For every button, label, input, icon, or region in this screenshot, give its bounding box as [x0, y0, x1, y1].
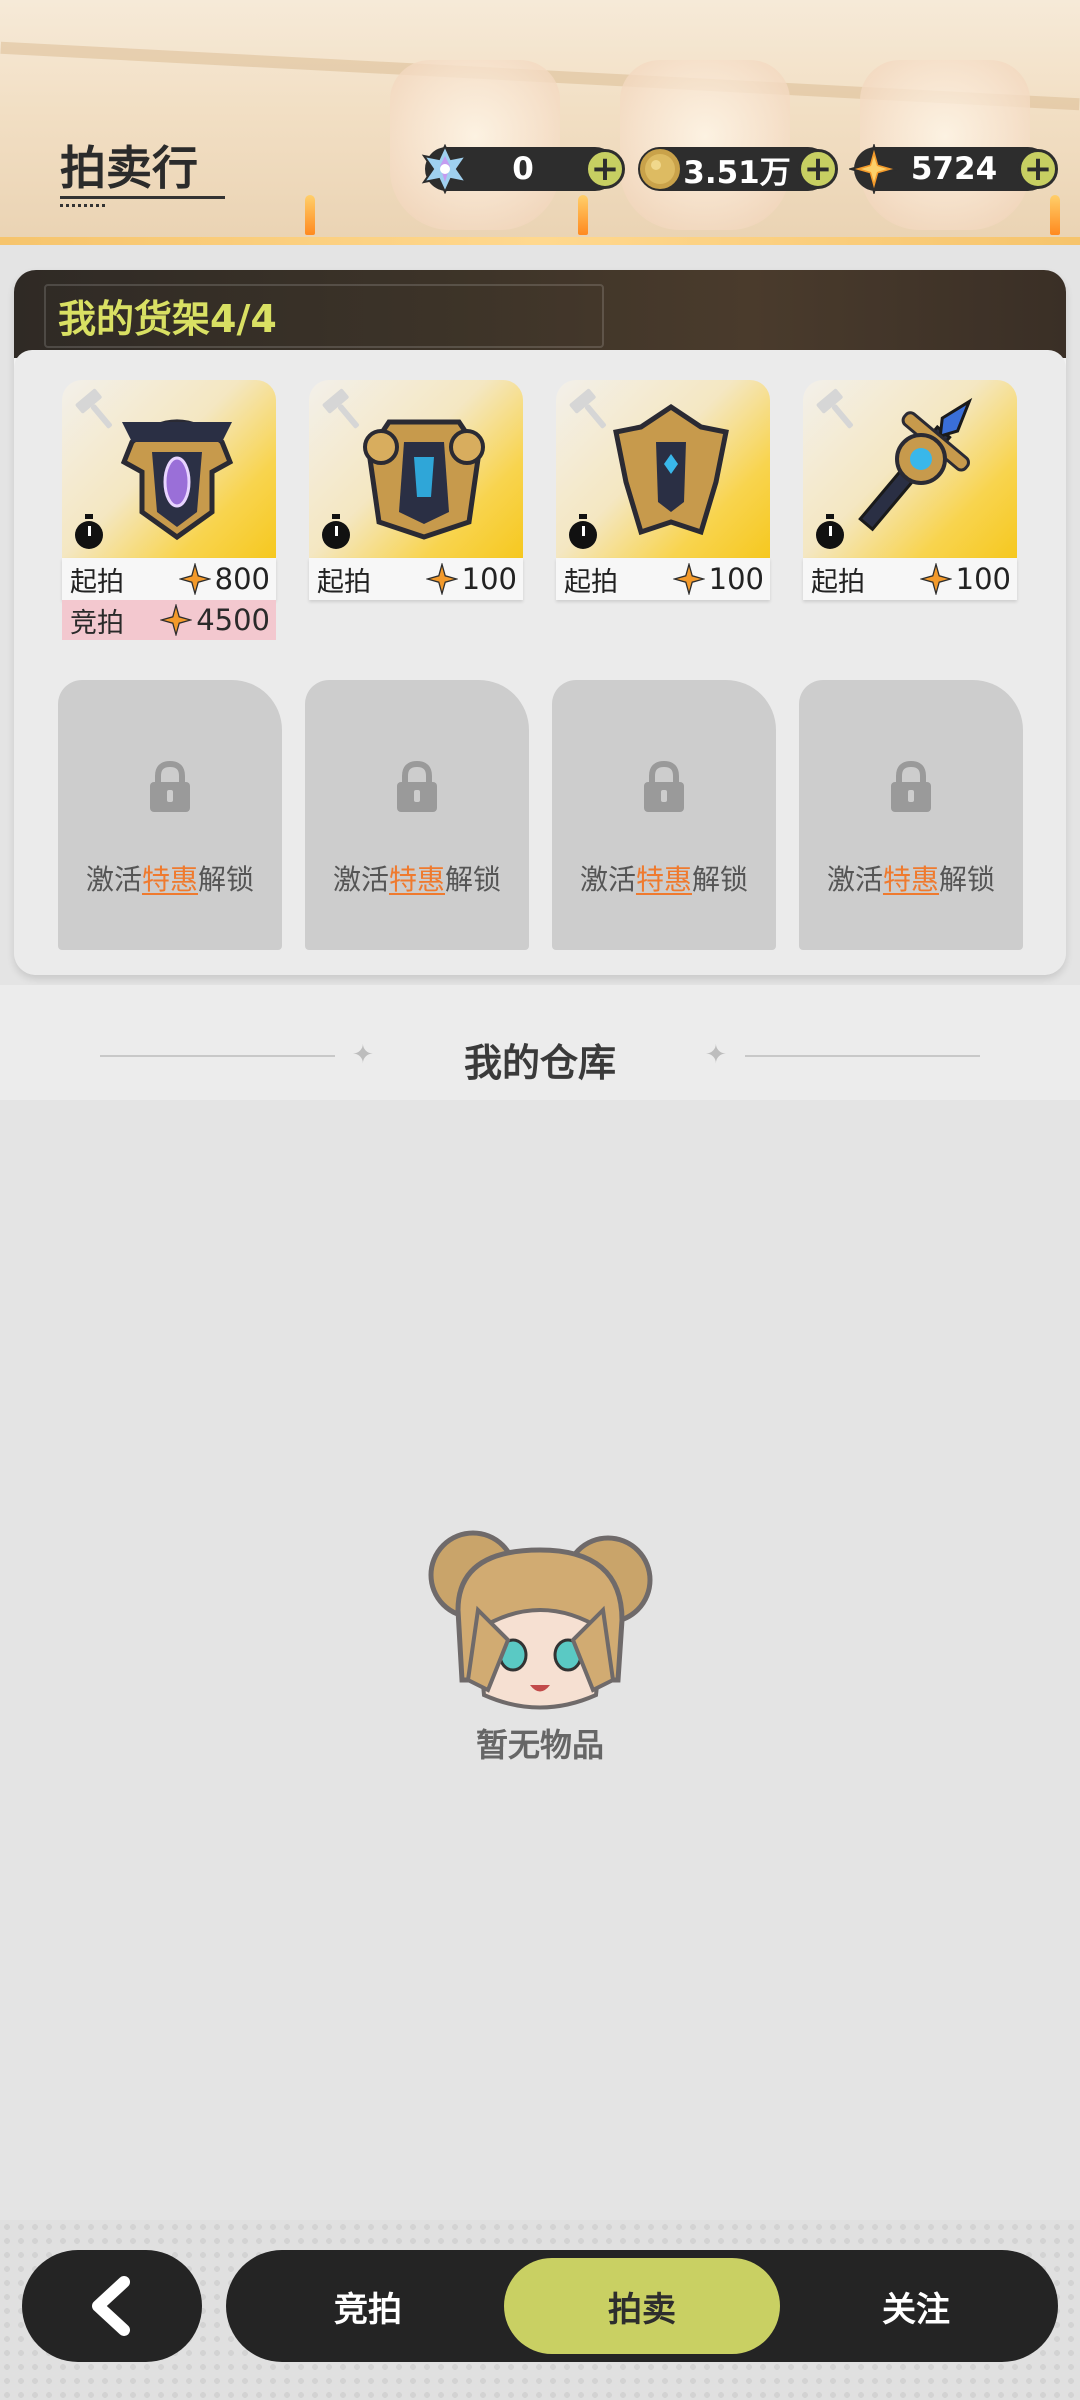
timer-icon: [569, 514, 597, 549]
mascot-girl-icon: [428, 1530, 653, 1710]
lock-icon: [644, 760, 684, 812]
timer-icon: [816, 514, 844, 549]
shelf-item-helmet[interactable]: 起拍 800 竞拍 4500: [62, 380, 276, 640]
gold-coin-icon: [632, 141, 688, 197]
timer-icon: [322, 514, 350, 549]
star-gem-icon: [178, 563, 211, 595]
lock-icon: [150, 760, 190, 812]
shelf-title: 我的货架4/4: [58, 297, 277, 341]
unlock-hint: 激活特惠解锁: [579, 863, 749, 896]
start-price: 800: [214, 562, 270, 596]
locked-slot[interactable]: 激活特惠解锁: [799, 680, 1023, 950]
top-header: [0, 0, 1080, 245]
bid-price: 4500: [196, 603, 270, 637]
bottom-tab-bar: 竞拍 拍卖 关注: [226, 2250, 1058, 2362]
my-shelf-panel: 我的货架4/4 起拍 800 竞拍 4500 起拍 100 起拍 100 起拍 …: [14, 270, 1066, 975]
star-gem-icon: [672, 563, 705, 595]
current-bid-row: 竞拍 4500: [62, 600, 276, 640]
add-crystal-button[interactable]: +: [585, 149, 625, 189]
shelf-item-sword[interactable]: 起拍 100: [803, 380, 1017, 610]
start-price: 100: [955, 562, 1011, 596]
lantern-decoration: [390, 60, 560, 230]
crystal-icon: [417, 141, 473, 197]
empty-state-text: 暂无物品: [475, 1726, 604, 1764]
page-title: 拍卖行: [60, 141, 198, 195]
locked-slot[interactable]: 激活特惠解锁: [58, 680, 282, 950]
lock-icon: [891, 760, 931, 812]
unlock-hint: 激活特惠解锁: [826, 863, 996, 896]
locked-slot[interactable]: 激活特惠解锁: [305, 680, 529, 950]
timer-icon: [75, 514, 103, 549]
sword-icon: [858, 397, 973, 532]
shelf-item-chest-armor[interactable]: 起拍 100: [309, 380, 523, 610]
warehouse-title: 我的仓库: [463, 1041, 616, 1085]
tab-bidding[interactable]: 竞拍: [230, 2250, 506, 2362]
start-price: 100: [461, 562, 517, 596]
shelf-header: 我的货架4/4: [14, 270, 1066, 358]
unlock-hint: 激活特惠解锁: [332, 863, 502, 896]
locked-slot[interactable]: 激活特惠解锁: [552, 680, 776, 950]
star-gem-icon: [846, 141, 902, 197]
divider: [745, 1055, 980, 1057]
star-gem-icon: [425, 563, 458, 595]
add-star-gem-button[interactable]: +: [1018, 149, 1058, 189]
lock-icon: [397, 760, 437, 812]
shelf-item-mask-helmet[interactable]: 起拍 100: [556, 380, 770, 610]
tab-watchlist[interactable]: 关注: [778, 2250, 1054, 2362]
star-gem-icon: [919, 563, 952, 595]
back-arrow-icon: [92, 2276, 130, 2336]
currency-gold: 3.51万 +: [638, 147, 838, 191]
chest-armor-icon: [363, 419, 485, 540]
tab-auction[interactable]: 拍卖: [504, 2258, 780, 2354]
back-button[interactable]: [22, 2250, 202, 2362]
sparkle-icon: ✦: [705, 1040, 727, 1070]
helmet-armor-icon: [120, 419, 234, 541]
start-price: 100: [708, 562, 764, 596]
star-gem-icon: [160, 604, 193, 636]
add-gold-button[interactable]: +: [798, 149, 838, 189]
mask-helmet-icon: [613, 403, 729, 536]
currency-star-gem: 5724 +: [849, 144, 1058, 194]
currency-crystal: 0 +: [421, 144, 625, 194]
unlock-hint: 激活特惠解锁: [85, 863, 255, 896]
